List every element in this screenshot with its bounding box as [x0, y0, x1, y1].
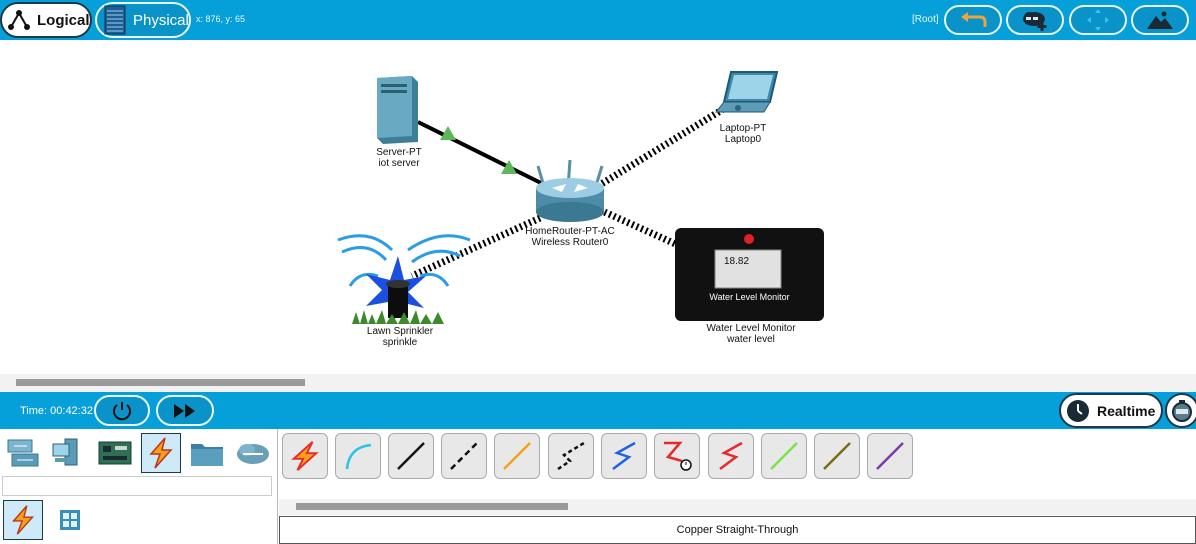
image-mountain-icon: [1147, 11, 1173, 29]
workspace-scroll-thumb[interactable]: [16, 379, 305, 386]
simulation-mode-button[interactable]: [1165, 393, 1196, 428]
topology-drawing: [337, 71, 824, 324]
copper-cross-over-icon: [450, 442, 478, 470]
sprinkler-model-label: Lawn Sprinkler: [366, 326, 434, 337]
wireless-link-laptop: [596, 105, 727, 189]
conn-copper-cross-over[interactable]: [441, 433, 487, 479]
router-name-label: Wireless Router0: [531, 237, 609, 248]
category-miscellaneous[interactable]: [187, 433, 227, 473]
components-icon: [98, 441, 132, 465]
logical-label: Logical: [37, 11, 90, 29]
fiber-icon: [503, 442, 531, 470]
octal-cable-icon: [770, 442, 798, 470]
back-button[interactable]: [944, 5, 1002, 35]
monitor-model-label: Water Level Monitor: [706, 323, 796, 334]
monitor-name-label: water level: [727, 334, 775, 345]
subcategory-connections[interactable]: [3, 500, 43, 540]
serial-dte-icon: [719, 441, 743, 470]
conn-fiber[interactable]: [494, 433, 540, 479]
router-icon[interactable]: [536, 159, 604, 222]
connections-sub-icon: [11, 505, 35, 535]
server-name-label: iot server: [378, 158, 420, 169]
laptop-model-label: Laptop-PT: [719, 123, 767, 134]
logical-topology-icon: [8, 10, 30, 30]
conn-coaxial[interactable]: [601, 433, 647, 479]
undo-arrow-icon: [961, 12, 987, 27]
coaxial-icon: [612, 441, 636, 470]
rack-icon: [104, 5, 126, 35]
connection-list-scroll-thumb[interactable]: [296, 503, 568, 510]
physical-view-button[interactable]: Physical: [95, 2, 191, 38]
connection-description: Copper Straight-Through: [279, 516, 1196, 544]
laptop-name-label: Laptop0: [724, 134, 762, 145]
server-label: Server-PT iot server: [334, 147, 464, 169]
conn-usb[interactable]: [867, 433, 913, 479]
cloud-add-icon: [1023, 12, 1047, 31]
console-cable-icon: [345, 443, 372, 470]
monitor-label: Water Level Monitor water level: [686, 323, 816, 345]
lawn-sprinkler-icon[interactable]: [337, 234, 471, 324]
automatic-connection-icon: [291, 441, 319, 471]
move-arrows-icon: [1087, 9, 1109, 31]
clock-icon: [1067, 399, 1089, 422]
server-model-label: Server-PT: [376, 147, 422, 158]
move-object-button[interactable]: [1069, 5, 1127, 35]
power-cycle-devices-button[interactable]: [94, 395, 150, 426]
link-status-up-icon: [501, 160, 517, 174]
serial-dce-icon: [664, 441, 692, 471]
stopwatch-icon: [1172, 400, 1192, 422]
iot-custom-cable-icon: [823, 442, 851, 470]
device-search-field[interactable]: [2, 476, 272, 496]
conn-serial-dte[interactable]: [708, 433, 754, 479]
conn-iot-custom[interactable]: [814, 433, 860, 479]
fast-forward-time-button[interactable]: [156, 395, 214, 426]
time-display: Time: 00:42:32: [20, 405, 93, 417]
copper-straight-through-icon: [397, 442, 425, 470]
conn-serial-dce[interactable]: [654, 433, 700, 479]
phone-cable-icon: [557, 441, 585, 471]
category-components[interactable]: [95, 433, 135, 473]
cursor-coordinates: x: 876, y: 65: [196, 14, 246, 24]
fast-forward-icon: [174, 403, 195, 418]
monitor-reading: 18.82: [724, 256, 750, 267]
conn-copper-straight-through[interactable]: [388, 433, 434, 479]
category-end-devices[interactable]: [49, 433, 89, 473]
category-connections[interactable]: [141, 433, 181, 473]
set-background-button[interactable]: [1131, 5, 1189, 35]
subcategory-structured-cabling[interactable]: [50, 500, 90, 540]
miscellaneous-icon: [191, 444, 223, 466]
realtime-label: Realtime: [1097, 402, 1156, 419]
sprinkler-name-label: sprinkle: [382, 337, 418, 348]
conn-console[interactable]: [335, 433, 381, 479]
water-level-monitor-icon[interactable]: [675, 228, 824, 321]
category-multiuser[interactable]: [233, 433, 273, 473]
server-icon[interactable]: [377, 76, 418, 144]
connections-icon: [149, 437, 173, 469]
root-breadcrumb[interactable]: [Root]: [912, 14, 939, 25]
laptop-label: Laptop-PT Laptop0: [678, 123, 808, 145]
monitor-screen-title: Water Level Monitor: [709, 292, 790, 302]
router-model-label: HomeRouter-PT-AC: [525, 226, 615, 237]
network-devices-icon: [7, 439, 39, 467]
logical-workspace[interactable]: Server-PT iot server Laptop-PT Laptop0 H…: [0, 40, 1196, 374]
logical-view-button[interactable]: Logical: [0, 2, 92, 38]
new-cluster-button[interactable]: [1006, 5, 1064, 35]
conn-phone[interactable]: [548, 433, 594, 479]
conn-automatic[interactable]: [282, 433, 328, 479]
realtime-mode-button[interactable]: Realtime: [1059, 393, 1163, 428]
structured-cabling-icon: [60, 510, 80, 530]
power-cycle-icon: [113, 401, 131, 420]
conn-octal[interactable]: [761, 433, 807, 479]
category-network-devices[interactable]: [3, 433, 43, 473]
physical-label: Physical: [133, 11, 189, 29]
multiuser-icon: [237, 444, 269, 464]
usb-cable-icon: [876, 442, 904, 470]
router-label: HomeRouter-PT-AC Wireless Router0: [505, 226, 635, 248]
sprinkler-label: Lawn Sprinkler sprinkle: [335, 326, 465, 348]
end-devices-icon: [52, 438, 78, 466]
laptop-icon[interactable]: [714, 71, 779, 113]
